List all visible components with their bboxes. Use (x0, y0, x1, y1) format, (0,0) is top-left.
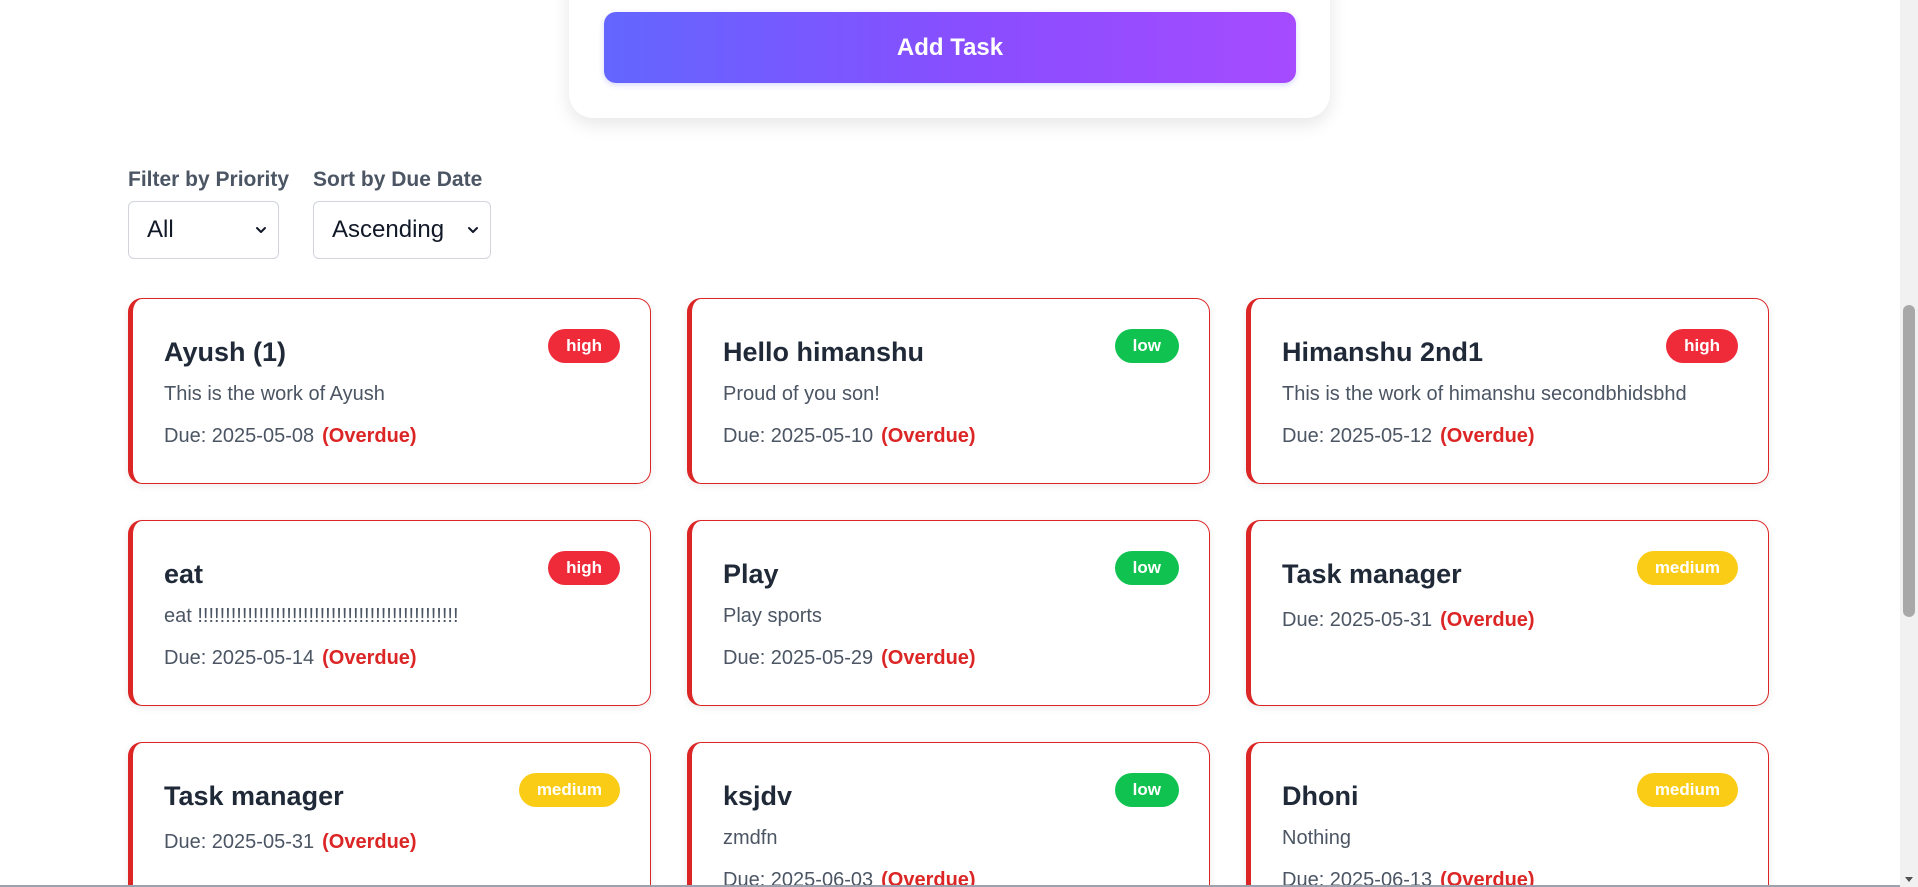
priority-badge: medium (1636, 551, 1738, 585)
priority-filter-group: Filter by Priority All (128, 168, 289, 259)
scrollbar-thumb[interactable] (1903, 305, 1915, 617)
task-description: zmdfn (723, 827, 778, 849)
task-card[interactable]: Hello himanshu low Proud of you son! Due… (687, 298, 1210, 484)
task-due-date: Due: 2025-05-12 (1282, 425, 1433, 447)
task-description: This is the work of Ayush (164, 383, 385, 405)
priority-badge: low (1114, 551, 1179, 585)
priority-badge: low (1114, 773, 1179, 807)
task-title: ksjdv (723, 781, 793, 811)
overdue-label: (Overdue) (1440, 609, 1535, 631)
chevron-down-icon (256, 227, 266, 233)
task-title: Hello himanshu (723, 337, 925, 367)
task-description: This is the work of himanshu secondbhids… (1282, 383, 1687, 405)
sort-due-date-select[interactable]: Ascending (313, 201, 492, 259)
chevron-down-icon (468, 227, 479, 233)
priority-badge: high (1666, 329, 1738, 363)
task-due-line: Due: 2025-05-10 (Overdue) (723, 423, 1179, 449)
sort-filter-label: Sort by Due Date (313, 168, 483, 191)
task-card[interactable]: Dhoni medium Nothing Due: 2025-06-13 (Ove… (1246, 742, 1769, 887)
task-due-line: Due: 2025-06-13 (Overdue) (1282, 867, 1738, 887)
task-due-line: Due: 2025-05-12 (Overdue) (1282, 423, 1738, 449)
overdue-label: (Overdue) (1440, 425, 1535, 447)
task-card[interactable]: Himanshu 2nd1 high This is the work of h… (1246, 298, 1769, 484)
task-title: Play (723, 559, 779, 589)
overdue-label: (Overdue) (881, 425, 976, 447)
task-due-line: Due: 2025-05-29 (Overdue) (723, 645, 1179, 671)
task-description: Proud of you son! (723, 383, 880, 405)
scroll-down-arrow-icon[interactable] (1903, 873, 1915, 885)
priority-filter-value: All (147, 216, 174, 243)
overdue-label: (Overdue) (322, 647, 417, 669)
task-card[interactable]: Task manager medium Due: 2025-05-31 (Over… (1246, 520, 1769, 706)
overdue-label: (Overdue) (881, 647, 976, 669)
overdue-label: (Overdue) (322, 831, 417, 853)
priority-filter-label: Filter by Priority (128, 168, 290, 191)
task-card[interactable]: Play low Play sports Due: 2025-05-29 (Ove… (687, 520, 1210, 706)
task-description: Nothing (1282, 827, 1351, 849)
task-due-date: Due: 2025-05-14 (164, 647, 315, 669)
add-task-button[interactable]: Add Task (604, 12, 1296, 83)
priority-badge: high (548, 329, 620, 363)
task-due-line: Due: 2025-05-14 (Overdue) (164, 645, 620, 671)
task-due-line: Due: 2025-05-31 (Overdue) (164, 829, 620, 855)
priority-badge: medium (1636, 773, 1738, 807)
viewport: Add Task Filter by Priority All Sort by … (0, 0, 1918, 887)
filter-bar: Filter by Priority All Sort by Due Date … (128, 168, 492, 259)
overdue-label: (Overdue) (322, 425, 417, 447)
priority-badge: high (548, 551, 620, 585)
task-description: Play sports (723, 605, 822, 627)
task-due-line: Due: 2025-06-03 (Overdue) (723, 867, 1179, 887)
task-description: eat !!!!!!!!!!!!!!!!!!!!!!!!!!!!!!!!!!!!… (164, 605, 459, 627)
task-due-date: Due: 2025-05-29 (723, 647, 874, 669)
task-due-date: Due: 2025-05-08 (164, 425, 315, 447)
task-card[interactable]: ksjdv low zmdfn Due: 2025-06-03 (Overdue) (687, 742, 1210, 887)
task-due-date: Due: 2025-05-10 (723, 425, 874, 447)
task-grid: Ayush (1) high This is the work of Ayush… (128, 298, 1770, 887)
task-due-line: Due: 2025-05-08 (Overdue) (164, 423, 620, 449)
task-due-date: Due: 2025-05-31 (164, 831, 315, 853)
task-card[interactable]: eat high eat !!!!!!!!!!!!!!!!!!!!!!!!!!!… (128, 520, 651, 706)
page-scrollbar[interactable] (1900, 0, 1918, 887)
priority-badge: medium (518, 773, 620, 807)
task-card[interactable]: Task manager medium Due: 2025-05-31 (Over… (128, 742, 651, 887)
task-due-line: Due: 2025-05-31 (Overdue) (1282, 607, 1738, 633)
task-due-date: Due: 2025-05-31 (1282, 609, 1433, 631)
sort-filter-value: Ascending (332, 216, 445, 243)
sort-filter-group: Sort by Due Date Ascending (313, 168, 492, 259)
task-card[interactable]: Ayush (1) high This is the work of Ayush… (128, 298, 651, 484)
priority-filter-select[interactable]: All (128, 201, 279, 259)
priority-badge: low (1114, 329, 1179, 363)
